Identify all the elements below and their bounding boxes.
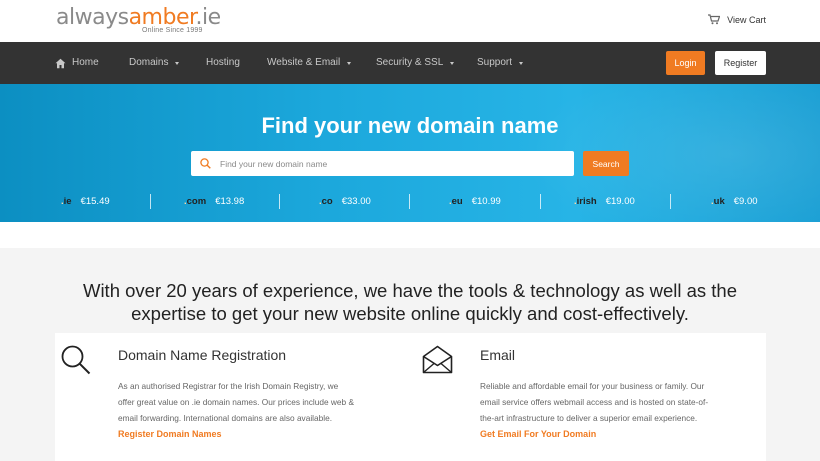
nav-item-support[interactable]: Support — [477, 42, 524, 84]
feature-body-line: offer great value on .ie domain names. O… — [118, 397, 354, 407]
features-card: Domain Name Registration As an authorise… — [55, 333, 766, 461]
feature-title-email: Email — [480, 347, 516, 363]
chevron-down-icon — [519, 61, 524, 65]
tld-divider — [150, 194, 151, 209]
nav-label-hosting: Hosting — [206, 57, 240, 68]
nav-label-domains: Domains — [129, 57, 169, 68]
experience-headline: With over 20 years of experience, we hav… — [0, 279, 820, 325]
logo-tagline: Online Since 1999 — [142, 27, 203, 34]
feature-title-domains: Domain Name Registration — [118, 347, 287, 363]
tld-price: €15.49 — [80, 196, 110, 207]
view-cart-link[interactable]: View Cart — [708, 14, 766, 25]
tld-price-com[interactable]: .com €13.98 — [184, 196, 244, 207]
nav-item-hosting[interactable]: Hosting — [206, 42, 240, 84]
tld-ext: uk — [713, 196, 725, 207]
tld-price-co[interactable]: .co €33.00 — [319, 196, 371, 207]
nav-label-security-ssl: Security & SSL — [376, 57, 444, 68]
tld-price-irish[interactable]: .irish €19.00 — [574, 196, 635, 207]
tld-ext: co — [321, 196, 333, 207]
search-button[interactable]: Search — [583, 151, 629, 176]
domain-search-hero: Find your new domain name Find your new … — [0, 84, 820, 222]
headline-line-2: expertise to get your new website online… — [131, 303, 689, 324]
cart-icon — [708, 14, 721, 25]
search-icon — [61, 345, 91, 375]
tld-price: €10.99 — [471, 196, 501, 207]
nav-label-support: Support — [477, 57, 513, 68]
nav-item-home[interactable]: Home — [55, 42, 99, 84]
feature-body-line: As an authorised Registrar for the Irish… — [118, 381, 339, 391]
nav-label-website-email: Website & Email — [267, 57, 341, 68]
logo-always: always — [56, 5, 129, 30]
tld-divider — [279, 194, 280, 209]
view-cart-label: View Cart — [727, 14, 766, 25]
tld-ext: eu — [451, 196, 463, 207]
nav-item-domains[interactable]: Domains — [129, 42, 180, 84]
register-domain-names-link[interactable]: Register Domain Names — [118, 429, 222, 439]
login-button[interactable]: Login — [666, 51, 705, 75]
nav-item-website-email[interactable]: Website & Email — [267, 42, 352, 84]
feature-body-domains: As an authorised Registrar for the Irish… — [118, 378, 403, 426]
home-icon — [55, 58, 66, 68]
headline-line-1: With over 20 years of experience, we hav… — [82, 280, 738, 301]
tld-divider — [540, 194, 541, 209]
top-bar: alwaysamber.ie Online Since 1999 View Ca… — [0, 0, 820, 42]
envelope-icon — [422, 345, 453, 374]
feature-body-line: the-art infrastructure to deliver a supe… — [480, 413, 698, 423]
chevron-down-icon — [347, 61, 352, 65]
feature-body-email: Reliable and affordable email for your b… — [480, 378, 765, 426]
tld-divider — [670, 194, 671, 209]
chevron-down-icon — [450, 61, 455, 65]
feature-body-line: email service offers webmail access and … — [480, 397, 709, 407]
domain-search-input[interactable]: Find your new domain name — [191, 151, 574, 176]
tld-price: €33.00 — [341, 196, 371, 207]
tld-price: €19.00 — [605, 196, 635, 207]
tld-price-eu[interactable]: .eu €10.99 — [449, 196, 501, 207]
tld-price-uk[interactable]: .uk €9.00 — [711, 196, 758, 207]
spacer-band — [0, 222, 820, 248]
feature-body-line: email forwarding. International domains … — [118, 413, 332, 423]
nav-label-home: Home — [72, 57, 99, 68]
hero-title: Find your new domain name — [261, 113, 559, 138]
get-email-link[interactable]: Get Email For Your Domain — [480, 429, 596, 439]
nav-item-security-ssl[interactable]: Security & SSL — [376, 42, 455, 84]
chevron-down-icon — [175, 61, 180, 65]
search-icon — [200, 158, 211, 169]
feature-body-line: Reliable and affordable email for your b… — [480, 381, 705, 391]
register-button[interactable]: Register — [715, 51, 766, 75]
tld-ext: ie — [63, 196, 72, 207]
tld-price-ie[interactable]: .ie €15.49 — [61, 196, 110, 207]
tld-divider — [409, 194, 410, 209]
tld-price: €13.98 — [215, 196, 245, 207]
tld-ext: com — [186, 196, 207, 207]
tld-price: €9.00 — [733, 196, 758, 207]
search-placeholder: Find your new domain name — [220, 158, 328, 169]
logo[interactable]: alwaysamber.ie Online Since 1999 — [56, 5, 221, 35]
tld-ext: irish — [576, 196, 597, 207]
